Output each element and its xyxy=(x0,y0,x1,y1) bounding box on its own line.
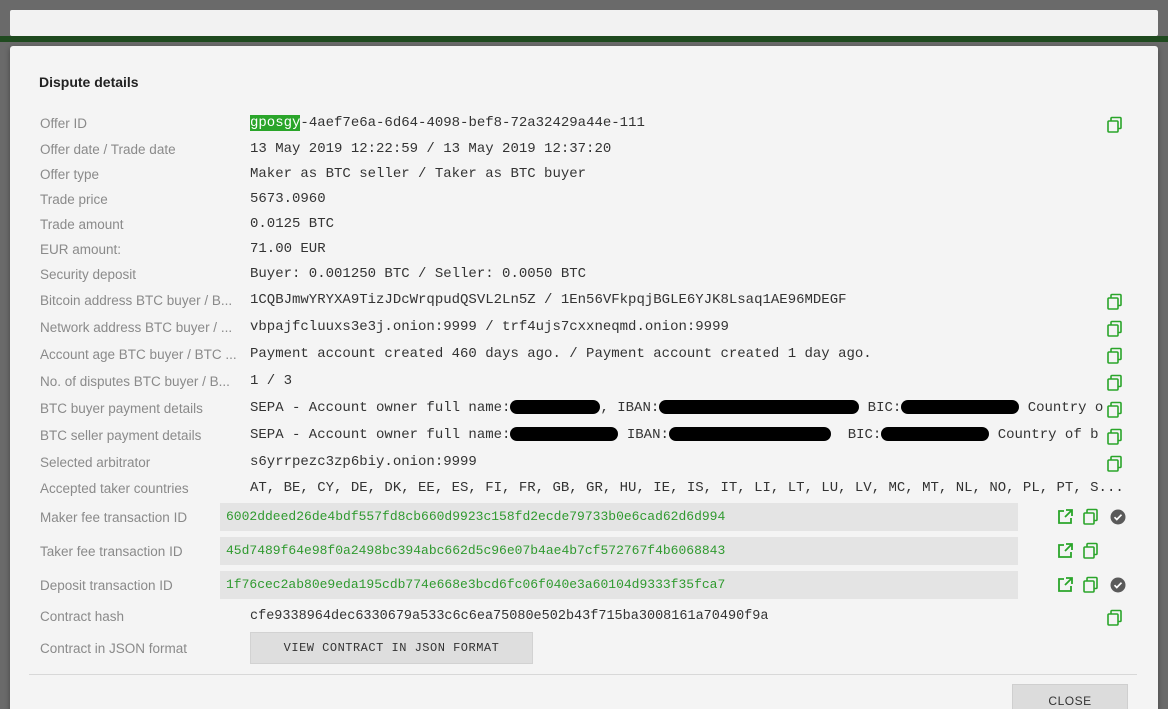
row-label: Account age BTC buyer / BTC ... xyxy=(40,346,237,362)
copy-icon[interactable] xyxy=(1106,320,1124,338)
row-offer-date: Offer date / Trade date 13 May 2019 12:2… xyxy=(40,138,1140,160)
offer-id-highlight: gposgy xyxy=(250,115,301,131)
check-circle-icon xyxy=(1110,509,1126,525)
row-value: s6yrrpezc3zp6biy.onion:9999 xyxy=(250,454,477,470)
payment-text: SEPA - Account owner full name: xyxy=(250,427,511,443)
row-label: Maker fee transaction ID xyxy=(40,509,188,525)
view-contract-json-button[interactable]: VIEW CONTRACT IN JSON FORMAT xyxy=(250,632,533,664)
redaction-mark xyxy=(510,400,601,415)
check-circle-icon xyxy=(1110,577,1126,593)
row-label: Security deposit xyxy=(40,266,137,282)
row-offer-id: Offer ID gposgy-4aef7e6a-6d64-4098-bef8-… xyxy=(40,112,1140,134)
row-value: Payment account created 460 days ago. / … xyxy=(250,346,872,362)
copy-icon[interactable] xyxy=(1106,609,1124,627)
dialog-divider xyxy=(29,674,1137,675)
row-trade-price: Trade price 5673.0960 xyxy=(40,188,1140,210)
row-network-address: Network address BTC buyer / ... vbpajfcl… xyxy=(40,316,1140,338)
offer-id-rest: -4aef7e6a-6d64-4098-bef8-72a32429a44e-11… xyxy=(300,115,645,131)
redaction-mark xyxy=(901,400,1020,415)
external-link-icon[interactable] xyxy=(1056,508,1074,526)
row-value: 71.00 EUR xyxy=(250,241,326,257)
close-button[interactable]: CLOSE xyxy=(1012,684,1128,709)
row-label: Offer ID xyxy=(40,115,88,131)
row-label: Contract in JSON format xyxy=(40,640,188,656)
copy-icon[interactable] xyxy=(1106,401,1124,419)
payment-text: BIC: xyxy=(867,400,902,416)
copy-icon[interactable] xyxy=(1106,374,1124,392)
copy-icon[interactable] xyxy=(1106,428,1124,446)
row-label: Accepted taker countries xyxy=(40,480,189,496)
row-label: Offer type xyxy=(40,166,100,182)
row-label: Contract hash xyxy=(40,608,125,624)
row-contract-hash: Contract hash cfe9338964dec6330679a533c6… xyxy=(40,605,1140,627)
payment-text: BIC: xyxy=(847,427,882,443)
row-value: 5673.0960 xyxy=(250,191,326,207)
row-arbitrator: Selected arbitrator s6yrrpezc3zp6biy.oni… xyxy=(40,451,1140,473)
payment-text: Country of b xyxy=(997,427,1099,443)
copy-icon[interactable] xyxy=(1082,508,1100,526)
row-value: Maker as BTC seller / Taker as BTC buyer xyxy=(250,166,587,182)
dispute-details-dialog: Dispute details Offer ID gposgy-4aef7e6a… xyxy=(10,46,1158,709)
row-contract-json: Contract in JSON format xyxy=(40,637,1140,659)
dialog-title: Dispute details xyxy=(39,74,139,90)
row-value: 13 May 2019 12:22:59 / 13 May 2019 12:37… xyxy=(250,141,612,157)
row-account-age: Account age BTC buyer / BTC ... Payment … xyxy=(40,343,1140,365)
row-buyer-payment: BTC buyer payment details SEPA - Account… xyxy=(40,397,1140,419)
row-label: Selected arbitrator xyxy=(40,454,151,470)
payment-text: SEPA - Account owner full name: xyxy=(250,400,511,416)
maker-fee-tx-id[interactable]: 6002ddeed26de4bdf557fd8cb660d9923c158fd2… xyxy=(220,503,1018,531)
row-label: Deposit transaction ID xyxy=(40,577,173,593)
copy-icon[interactable] xyxy=(1106,293,1124,311)
row-taker-countries: Accepted taker countries AT, BE, CY, DE,… xyxy=(40,477,1140,499)
contract-hash-value: cfe9338964dec6330679a533c6c6ea75080e502b… xyxy=(250,608,769,624)
redaction-mark xyxy=(510,427,619,442)
row-label: BTC buyer payment details xyxy=(40,400,203,416)
row-value: 1CQBJmwYRYXA9TizJDcWrqpudQSVL2Ln5Z / 1En… xyxy=(250,292,847,308)
row-seller-payment: BTC seller payment details SEPA - Accoun… xyxy=(40,424,1140,446)
row-label: Trade amount xyxy=(40,216,124,232)
row-value: 0.0125 BTC xyxy=(250,216,335,232)
copy-icon[interactable] xyxy=(1106,455,1124,473)
row-label: Taker fee transaction ID xyxy=(40,543,183,559)
row-trade-amount: Trade amount 0.0125 BTC xyxy=(40,213,1140,235)
taker-fee-tx-id[interactable]: 45d7489f64e98f0a2498bc394abc662d5c96e07b… xyxy=(220,537,1018,565)
payment-text: IBAN: xyxy=(626,427,669,443)
external-link-icon[interactable] xyxy=(1056,542,1074,560)
payment-text: , IBAN: xyxy=(600,400,660,416)
copy-icon[interactable] xyxy=(1106,116,1124,134)
background-dialog xyxy=(10,10,1158,36)
row-value: Buyer: 0.001250 BTC / Seller: 0.0050 BTC xyxy=(250,266,587,282)
row-offer-type: Offer type Maker as BTC seller / Taker a… xyxy=(40,163,1140,185)
row-bitcoin-address: Bitcoin address BTC buyer / B... 1CQBJmw… xyxy=(40,289,1140,311)
payment-text: Country o xyxy=(1027,400,1104,416)
copy-icon[interactable] xyxy=(1082,576,1100,594)
copy-icon[interactable] xyxy=(1106,347,1124,365)
row-label: No. of disputes BTC buyer / B... xyxy=(40,373,230,389)
row-label: BTC seller payment details xyxy=(40,427,202,443)
buyer-payment-value: SEPA - Account owner full name: , IBAN: B… xyxy=(250,400,1103,416)
row-value: AT, BE, CY, DE, DK, EE, ES, FI, FR, GB, … xyxy=(250,480,1124,496)
seller-payment-value: SEPA - Account owner full name: IBAN: BI… xyxy=(250,427,1099,443)
row-disputes: No. of disputes BTC buyer / B... 1 / 3 xyxy=(40,370,1140,392)
deposit-tx-id[interactable]: 1f76cec2ab80e9eda195cdb774e668e3bcd6fc06… xyxy=(220,571,1018,599)
row-label: Trade price xyxy=(40,191,108,207)
row-label: Network address BTC buyer / ... xyxy=(40,319,233,335)
redaction-mark xyxy=(668,427,831,442)
row-value: 1 / 3 xyxy=(250,373,293,389)
row-label: EUR amount: xyxy=(40,241,122,257)
row-label: Offer date / Trade date xyxy=(40,141,176,157)
row-security-deposit: Security deposit Buyer: 0.001250 BTC / S… xyxy=(40,263,1140,285)
copy-icon[interactable] xyxy=(1082,542,1100,560)
app-header-strip xyxy=(0,36,1168,42)
row-eur-amount: EUR amount: 71.00 EUR xyxy=(40,238,1140,260)
row-value: vbpajfcluuxs3e3j.onion:9999 / trf4ujs7cx… xyxy=(250,319,729,335)
offer-id-value: gposgy-4aef7e6a-6d64-4098-bef8-72a32429a… xyxy=(250,115,645,131)
redaction-mark xyxy=(659,400,860,415)
redaction-mark xyxy=(881,427,990,442)
external-link-icon[interactable] xyxy=(1056,576,1074,594)
row-label: Bitcoin address BTC buyer / B... xyxy=(40,292,233,308)
